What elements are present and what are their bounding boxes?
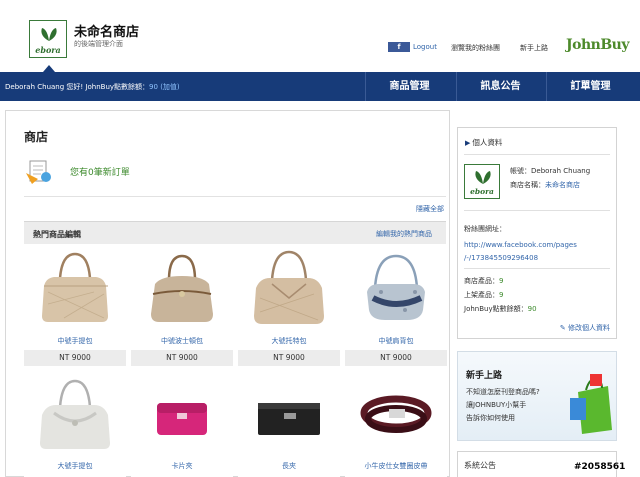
product-card[interactable]: 中號手提包 NT 9000: [24, 248, 126, 368]
product-price: NT 9000: [238, 350, 340, 366]
account-row: 帳號：Deborah Chuang: [510, 166, 590, 176]
stat-listed-label: 上架產品：: [464, 291, 499, 299]
hot-products-header: 熱門商品編輯 編輯我的熱門商品: [24, 221, 446, 244]
handbag-image: [40, 379, 110, 449]
handbag-image: [151, 254, 213, 322]
leaf-icon: [475, 171, 491, 184]
product-name[interactable]: 卡片夾: [131, 461, 233, 471]
stat-points-value: 90: [527, 305, 537, 313]
logo-text: ebora: [470, 187, 494, 196]
facebook-icon[interactable]: f: [388, 42, 410, 52]
newbie-title: 新手上路: [466, 371, 503, 381]
product-card[interactable]: 卡片夾: [131, 373, 233, 477]
product-name[interactable]: 大號手提包: [24, 461, 126, 471]
page-title: 商店: [24, 130, 49, 144]
newbie-line: 不知道怎麼刊登商品嗎?: [466, 388, 540, 396]
leaf-icon: [41, 28, 57, 41]
product-name[interactable]: 中號手提包: [24, 336, 126, 346]
handbag-image: [367, 254, 425, 320]
stat-products-label: 商店產品：: [464, 277, 499, 285]
profile-panel: ▶ 個人資料 ebora 帳號：Deborah Chuang 商店名稱：未命名商店…: [457, 127, 617, 339]
fans-url-line2[interactable]: /-/173845509296408: [464, 254, 538, 262]
profile-logo: ebora: [464, 164, 500, 199]
fans-url-line1[interactable]: http://www.facebook.com/pages: [464, 241, 577, 249]
edit-hot-products-link[interactable]: 編輯我的熱門商品: [376, 229, 432, 239]
tab-announcements[interactable]: 訊息公告: [456, 72, 544, 101]
account-value: Deborah Chuang: [531, 167, 591, 175]
product-card[interactable]: 小牛皮仕女雙圈皮帶: [345, 373, 447, 477]
greeting-text: Deborah Chuang 您好! JohnBuy點數餘額：: [5, 83, 150, 91]
product-name[interactable]: 中號肩背包: [345, 336, 447, 346]
newbie-line: 告訴你如何使用: [466, 414, 515, 422]
newbie-line: 讓JOHNBUY小幫手: [466, 401, 527, 409]
stat-points: JohnBuy點數餘額：90: [464, 304, 537, 314]
product-price: NT 9000: [345, 350, 447, 366]
order-icon: [26, 160, 51, 184]
arrow-icon: ▶: [465, 139, 471, 147]
shop-label: 商店名稱：: [510, 181, 545, 189]
newbie-link[interactable]: 新手上路: [520, 43, 548, 53]
tab-order-management[interactable]: 訂單管理: [546, 72, 634, 101]
product-price: NT 9000: [24, 350, 126, 366]
view-fans-link[interactable]: 瀏覽我的粉絲團: [451, 43, 500, 53]
shop-name-link[interactable]: 未命名商店: [545, 181, 580, 189]
facebook-icon-label: f: [397, 43, 401, 51]
new-order-notice[interactable]: 您有0筆新訂單: [70, 165, 130, 178]
watermark: #2058561: [574, 462, 626, 472]
pencil-icon: ✎: [559, 324, 568, 332]
shop-name: 未命名商店: [74, 25, 140, 40]
divider: [464, 154, 610, 155]
product-name[interactable]: 中號波士頓包: [131, 336, 233, 346]
add-points-link[interactable]: (加值): [160, 83, 179, 91]
logout-link[interactable]: Logout: [413, 43, 437, 51]
product-name[interactable]: 小牛皮仕女雙圈皮帶: [345, 461, 447, 471]
stat-listed: 上架產品：9: [464, 290, 503, 300]
edit-profile-link[interactable]: ✎ 修改個人資料: [560, 323, 610, 333]
fans-label: 粉絲團網址：: [464, 225, 506, 233]
profile-heading: ▶ 個人資料: [465, 137, 502, 148]
product-card[interactable]: 長夾: [238, 373, 340, 477]
product-card[interactable]: 大號托特包 NT 9000: [238, 248, 340, 368]
product-price: NT 9000: [131, 350, 233, 366]
main-panel: 商店 您有0筆新訂單 隱藏全部 熱門商品編輯 編輯我的熱門商品 中號手提包 NT…: [5, 110, 450, 477]
product-card[interactable]: 中號肩背包 NT 9000: [345, 248, 447, 368]
handbag-image: [42, 252, 108, 322]
stat-points-label: JohnBuy點數餘額：: [464, 305, 528, 313]
nav-bar: Deborah Chuang 您好! JohnBuy點數餘額：90 (加值) 商…: [0, 72, 640, 101]
header: ebora 未命名商店 的後端管理介面 f Logout 瀏覽我的粉絲團 新手上…: [0, 0, 640, 72]
shop-logo[interactable]: ebora: [29, 20, 67, 58]
newbie-banner[interactable]: 新手上路 不知道怎麼刊登商品嗎? 讓JOHNBUY小幫手 告訴你如何使用: [457, 351, 617, 441]
divider: [464, 268, 610, 269]
product-card[interactable]: 中號波士頓包 NT 9000: [131, 248, 233, 368]
handbag-image: [254, 250, 324, 324]
divider: [24, 196, 446, 197]
account-label: 帳號：: [510, 167, 531, 175]
product-name[interactable]: 大號托特包: [238, 336, 340, 346]
divider: [464, 210, 610, 211]
belt-image: [360, 395, 432, 433]
wallet-image: [258, 403, 320, 435]
tab-product-management[interactable]: 商品管理: [365, 72, 453, 101]
stat-listed-value: 9: [499, 291, 504, 299]
wallet-image: [157, 403, 207, 435]
product-name[interactable]: 長夾: [238, 461, 340, 471]
product-card[interactable]: 大號手提包: [24, 373, 126, 477]
points-value: 90: [149, 83, 158, 91]
edit-profile-label: 修改個人資料: [568, 324, 610, 332]
shop-name-row: 商店名稱：未命名商店: [510, 180, 580, 190]
active-caret: [43, 65, 55, 72]
shopping-bag-icon: [570, 374, 612, 434]
johnbuy-logo[interactable]: JohnBuy: [566, 37, 629, 53]
stat-products: 商店產品：9: [464, 276, 503, 286]
hide-all-link[interactable]: 隱藏全部: [416, 204, 444, 214]
stat-products-value: 9: [499, 277, 504, 285]
user-greeting: Deborah Chuang 您好! JohnBuy點數餘額：90 (加值): [5, 82, 180, 92]
logo-text: ebora: [35, 45, 61, 55]
section-label: 熱門商品編輯: [33, 230, 81, 239]
system-news-title: 系統公告: [464, 461, 496, 470]
shop-subtitle: 的後端管理介面: [74, 40, 123, 48]
profile-heading-text: 個人資料: [472, 138, 503, 147]
